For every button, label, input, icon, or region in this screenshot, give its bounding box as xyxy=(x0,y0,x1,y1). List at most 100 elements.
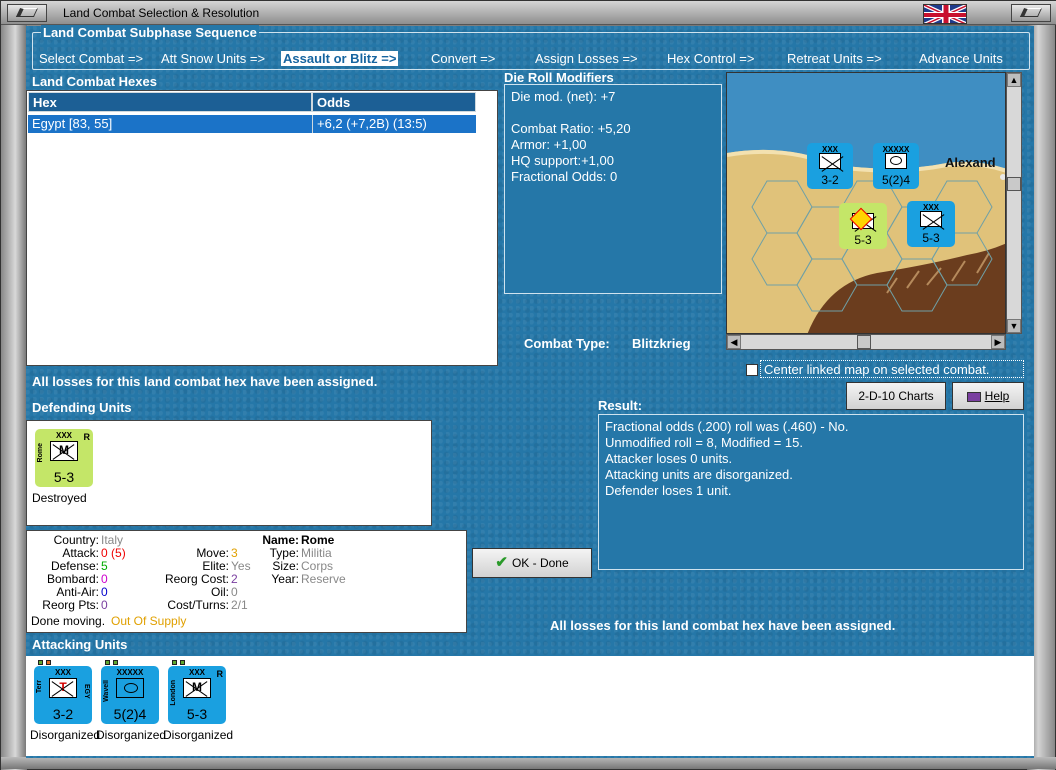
result-line: Attacking units are disorganized. xyxy=(605,467,793,482)
unit-pip xyxy=(172,660,177,665)
result-title: Result: xyxy=(598,398,643,413)
map-unit-london-symbol xyxy=(920,211,942,227)
result-line: Fractional odds (.200) roll was (.460) -… xyxy=(605,419,849,434)
close-button[interactable] xyxy=(1011,4,1051,22)
costturns-value: 2/1 xyxy=(231,598,248,612)
charts-button[interactable]: 2-D-10 Charts xyxy=(846,382,946,410)
unit-type-letter: M xyxy=(59,443,69,457)
help-button-label: Help xyxy=(984,389,1010,403)
table-row-odds[interactable]: +6,2 (+7,2B) (13:5) xyxy=(312,115,476,133)
center-map-label[interactable]: Center linked map on selected combat. xyxy=(760,360,1024,378)
seq-step-select-combat[interactable]: Select Combat => xyxy=(39,51,143,66)
minimize-icon xyxy=(15,8,39,17)
supply-status: Out Of Supply xyxy=(111,614,187,628)
die-roll-line: Armor: +1,00 xyxy=(511,137,587,152)
title-bar[interactable]: Land Combat Selection & Resolution xyxy=(1,1,1056,25)
scroll-up-icon[interactable]: ▲ xyxy=(1007,73,1021,87)
attacking-units-box: XXX Terr EGY T 3-2 Disorganized XXXXX Wa… xyxy=(26,656,1034,756)
defending-unit-reserve: R xyxy=(83,432,91,442)
die-roll-line xyxy=(511,105,715,121)
map-unit-wavell[interactable]: XXXXX 5(2)4 xyxy=(873,143,919,189)
main-panel: Land Combat Subphase Sequence Select Com… xyxy=(26,25,1034,758)
map-unit-terr-symbol xyxy=(819,153,841,169)
map-unit-rome-strength: 5-3 xyxy=(854,233,872,247)
union-jack-flag-icon xyxy=(923,4,967,24)
reorgpts-label: Reorg Pts: xyxy=(42,598,99,612)
unit-type-letter: M xyxy=(192,680,202,694)
attacking-unit-size: XXX xyxy=(54,668,71,677)
seq-step-advance-units[interactable]: Advance Units xyxy=(919,51,1003,66)
linked-map[interactable]: Alexand XXX 3-2 XXXXX 5(2)4 5-3 XXX 5-3 xyxy=(726,72,1006,334)
map-vertical-scrollbar[interactable]: ▲ ▼ xyxy=(1006,72,1022,334)
attacking-unit-strength: 5(2)4 xyxy=(113,706,147,722)
seq-step-hex-control[interactable]: Hex Control => xyxy=(667,51,754,66)
attacking-unit-status: Disorganized xyxy=(96,728,167,742)
checkmark-icon: ✔ xyxy=(495,554,508,571)
attacking-unit-reserve: R xyxy=(216,669,224,679)
combat-type-label: Combat Type: xyxy=(524,336,610,351)
infantry-icon: T xyxy=(49,678,77,698)
combat-type-value: Blitzkrieg xyxy=(632,336,691,351)
sequence-title: Land Combat Subphase Sequence xyxy=(41,25,259,40)
unit-pip xyxy=(105,660,110,665)
ok-done-button[interactable]: ✔ OK - Done xyxy=(472,548,592,578)
reorgpts-value: 0 xyxy=(101,598,108,612)
unit-pip xyxy=(180,660,185,665)
seq-step-assign-losses[interactable]: Assign Losses => xyxy=(535,51,638,66)
map-unit-terr-strength: 3-2 xyxy=(821,173,839,187)
attacking-title: Attacking Units xyxy=(32,637,128,652)
attacking-unit-status: Disorganized xyxy=(30,728,101,742)
die-roll-line: Fractional Odds: 0 xyxy=(511,169,618,184)
column-header-odds[interactable]: Odds xyxy=(312,92,476,112)
frame-bottom-border xyxy=(1,757,1056,769)
attacking-unit-strength: 3-2 xyxy=(52,706,74,722)
attacking-unit-terr[interactable]: XXX Terr EGY T 3-2 xyxy=(34,660,92,724)
scroll-down-icon[interactable]: ▼ xyxy=(1007,319,1021,333)
column-header-hex[interactable]: Hex xyxy=(28,92,312,112)
close-icon xyxy=(1019,8,1043,17)
help-button[interactable]: Help xyxy=(952,382,1024,410)
infantry-icon: M xyxy=(50,441,78,461)
attacking-unit-name: Wavell xyxy=(103,680,110,702)
attacking-unit-london[interactable]: XXX R London M 5-3 xyxy=(168,660,226,724)
result-box: Fractional odds (.200) roll was (.460) -… xyxy=(598,414,1024,570)
scroll-left-icon[interactable]: ◀ xyxy=(727,335,741,349)
result-line: Unmodified roll = 8, Modified = 15. xyxy=(605,435,803,450)
vertical-scroll-thumb[interactable] xyxy=(1007,177,1021,191)
armor-icon xyxy=(890,156,902,165)
horizontal-scroll-thumb[interactable] xyxy=(857,335,871,349)
attacking-unit-wavell[interactable]: XXXXX Wavell 5(2)4 xyxy=(101,660,159,724)
losses-message-bottom: All losses for this land combat hex have… xyxy=(550,618,896,633)
table-row-hex[interactable]: Egypt [83, 55] xyxy=(28,115,312,133)
map-unit-london[interactable]: XXX 5-3 xyxy=(907,201,955,247)
hexes-title: Land Combat Hexes xyxy=(32,74,157,89)
result-line: Attacker loses 0 units. xyxy=(605,451,733,466)
seq-step-retreat-units[interactable]: Retreat Units => xyxy=(787,51,882,66)
defending-title: Defending Units xyxy=(32,400,132,415)
unit-details: Country: Italy Attack: 0 (5) Defense: 5 … xyxy=(26,530,467,633)
center-map-checkbox[interactable] xyxy=(746,364,758,376)
defending-unit-rome[interactable]: XXX R Rome M 5-3 xyxy=(35,429,93,487)
seq-step-att-snow-units[interactable]: Att Snow Units => xyxy=(161,51,265,66)
unit-type-letter: T xyxy=(59,680,67,694)
subphase-sequence: Land Combat Subphase Sequence Select Com… xyxy=(32,25,1030,70)
attacking-unit-name: Terr xyxy=(36,680,43,694)
map-unit-rome[interactable]: 5-3 xyxy=(839,203,887,249)
minimize-button[interactable] xyxy=(7,4,47,22)
done-moving-text: Done moving. xyxy=(31,614,106,628)
die-roll-line: HQ support:+1,00 xyxy=(511,153,614,168)
armor-ellipse-icon xyxy=(124,683,138,693)
year-label: Year: xyxy=(271,572,299,586)
help-book-icon xyxy=(966,391,981,402)
seq-step-convert[interactable]: Convert => xyxy=(431,51,495,66)
seq-step-assault-or-blitz[interactable]: Assault or Blitz => xyxy=(281,51,399,66)
map-horizontal-scrollbar[interactable]: ◀ ▶ xyxy=(726,334,1006,350)
unit-pip xyxy=(46,660,51,665)
defending-units-box: XXX R Rome M 5-3 Destroyed xyxy=(26,420,432,526)
scroll-right-icon[interactable]: ▶ xyxy=(991,335,1005,349)
defending-unit-name: Rome xyxy=(37,443,44,463)
armor-icon xyxy=(116,678,144,698)
map-unit-terr[interactable]: XXX 3-2 xyxy=(807,143,853,189)
unit-pip xyxy=(113,660,118,665)
die-roll-line: Die mod. (net): +7 xyxy=(511,89,616,104)
